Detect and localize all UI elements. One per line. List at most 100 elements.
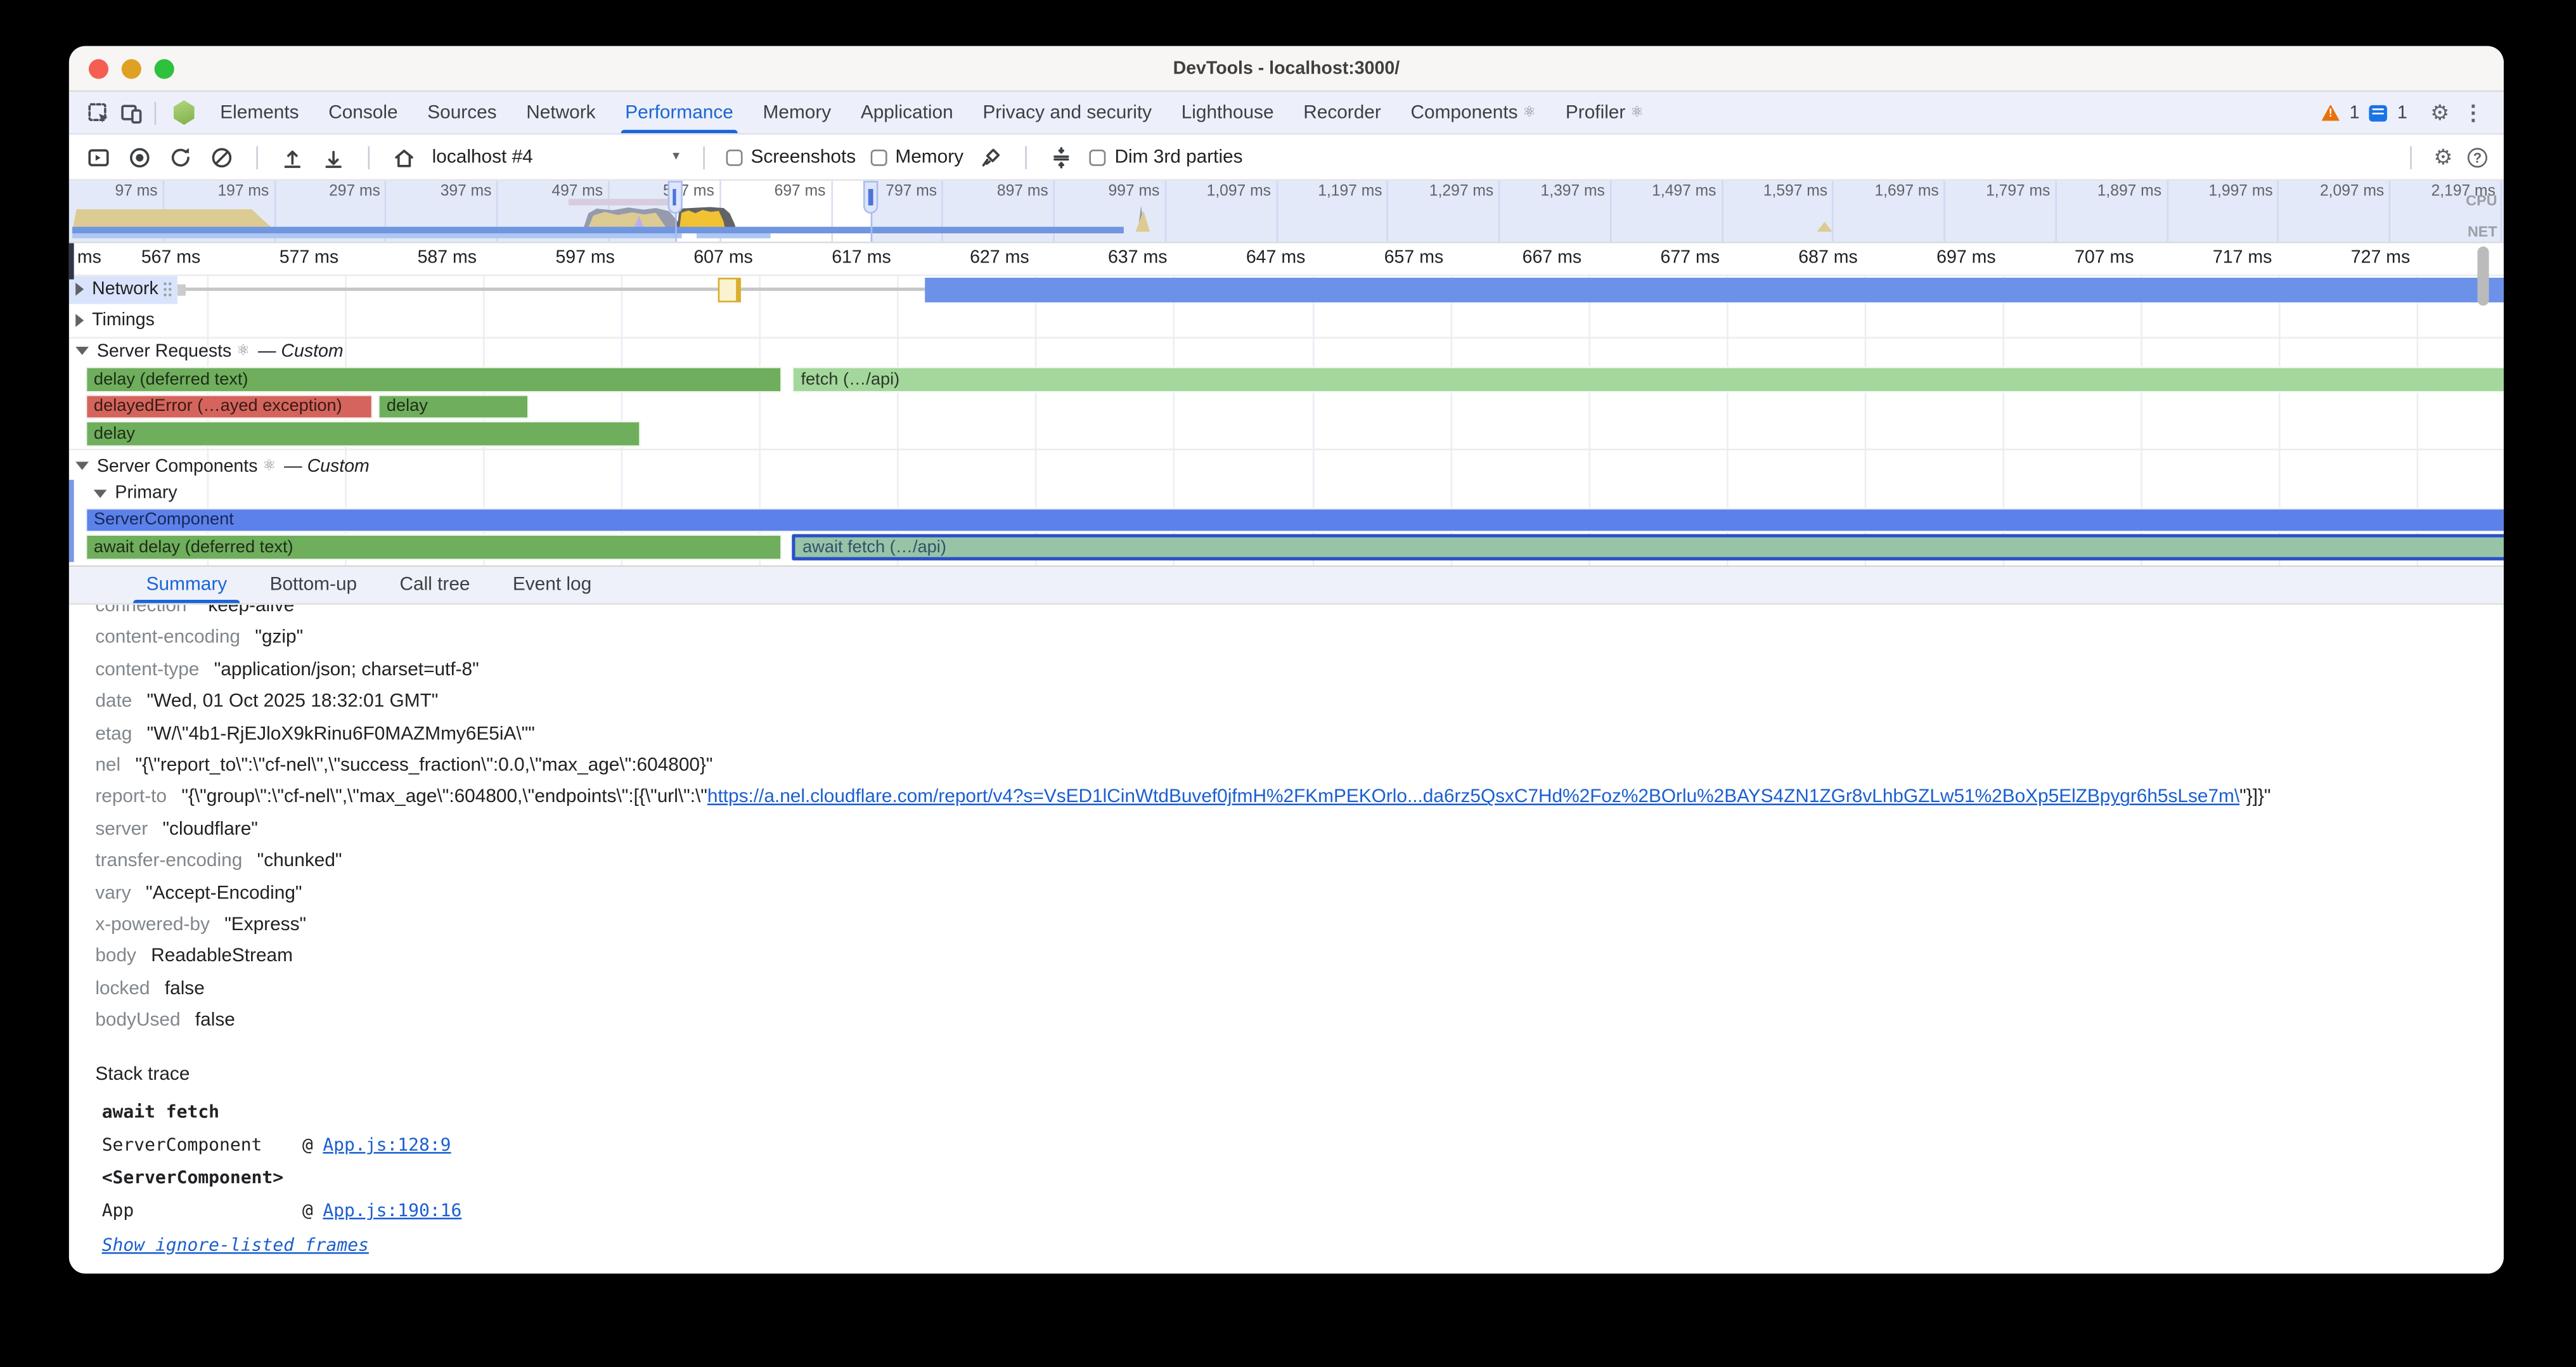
clear-icon[interactable] bbox=[209, 144, 235, 170]
message-icon[interactable] bbox=[2369, 105, 2388, 121]
drag-handle-icon[interactable] bbox=[163, 281, 173, 299]
event-await-fetch-api[interactable]: await fetch (…/api) bbox=[792, 534, 2503, 559]
vertical-scrollbar-thumb[interactable] bbox=[2477, 247, 2489, 306]
tab-privacy-and-security[interactable]: Privacy and security bbox=[968, 92, 1166, 133]
overview-tick-label: 197 ms bbox=[217, 183, 269, 201]
extension-hexagon-icon[interactable] bbox=[172, 100, 195, 125]
tab-summary[interactable]: Summary bbox=[125, 567, 248, 603]
source-link[interactable]: App.js:128:9 bbox=[323, 1134, 451, 1155]
selection-handle-right[interactable] bbox=[863, 181, 878, 214]
tab-label: Elements bbox=[220, 103, 299, 122]
timings-track[interactable]: Timings bbox=[69, 308, 2504, 332]
server-components-row-1: ServerComponent bbox=[69, 507, 2504, 533]
download-profile-icon[interactable] bbox=[320, 144, 346, 170]
event-delay[interactable]: delay bbox=[378, 394, 529, 419]
tab-profiler[interactable]: Profiler⚛ bbox=[1551, 92, 1659, 133]
header-row-transfer-encoding: transfer-encoding"chunked" bbox=[95, 846, 2504, 878]
upload-profile-icon[interactable] bbox=[280, 144, 306, 170]
event-delayederror-ayed-exception[interactable]: delayedError (…ayed exception) bbox=[86, 394, 373, 419]
event-label: await delay (deferred text) bbox=[87, 537, 293, 557]
warning-icon[interactable]: ! bbox=[2322, 105, 2340, 121]
header-row-etag: etag"W/\"4b1-RjEJloX9kRinu6F0MAZMmy6E5iA… bbox=[95, 719, 2504, 751]
overview-tick-label: 2,197 ms bbox=[2431, 183, 2496, 201]
tab-performance[interactable]: Performance bbox=[610, 92, 748, 133]
minimize-button[interactable] bbox=[122, 59, 141, 79]
network-track[interactable]: Network bbox=[69, 276, 2504, 303]
record-reload-icon[interactable] bbox=[167, 144, 193, 170]
net-activity-bar bbox=[72, 226, 1123, 232]
profile-select[interactable]: localhost #4 ▼ bbox=[432, 147, 682, 167]
settings-gear-icon[interactable]: ⚙ bbox=[2430, 102, 2449, 124]
network-selected-marker[interactable] bbox=[718, 278, 740, 302]
tab-components[interactable]: Components⚛ bbox=[1396, 92, 1550, 133]
collapse-icon[interactable] bbox=[1049, 144, 1075, 170]
tab-call-tree[interactable]: Call tree bbox=[378, 567, 491, 603]
inspect-icon[interactable] bbox=[82, 96, 115, 129]
server-requests-track-header[interactable]: Server Requests ⚛ — Custom bbox=[69, 339, 2504, 363]
selection-handle-left[interactable] bbox=[667, 181, 682, 214]
server-components-track-header[interactable]: Server Components ⚛ — Custom bbox=[69, 453, 2504, 478]
tab-label: Console bbox=[328, 103, 397, 122]
event-delay-deferred-text[interactable]: delay (deferred text) bbox=[86, 366, 782, 392]
kebab-menu-icon[interactable]: ⋮ bbox=[2459, 102, 2487, 124]
expand-icon[interactable] bbox=[75, 313, 84, 327]
overview-tick-label: 1,097 ms bbox=[1207, 183, 1271, 201]
header-key: etag bbox=[95, 724, 132, 744]
report-endpoint-link[interactable]: https://a.nel.cloudflare.com/report/v4?s… bbox=[707, 788, 2239, 808]
active-tab-underline bbox=[133, 599, 240, 603]
tab-sources[interactable]: Sources bbox=[413, 92, 512, 133]
react-atom-icon: ⚛ bbox=[236, 342, 250, 360]
overview-tick-label: 1,397 ms bbox=[1541, 183, 1605, 201]
ruler-left-accent bbox=[69, 243, 73, 280]
tab-network[interactable]: Network bbox=[512, 92, 610, 133]
warning-count[interactable]: 1 bbox=[2350, 103, 2360, 122]
screenshots-checkbox[interactable]: Screenshots bbox=[726, 147, 856, 167]
network-request-bar[interactable] bbox=[925, 277, 2504, 302]
help-icon[interactable]: ? bbox=[2468, 147, 2487, 167]
home-icon[interactable] bbox=[391, 144, 417, 170]
header-key: connection bbox=[95, 605, 186, 616]
expand-icon[interactable] bbox=[75, 283, 84, 296]
zoom-button[interactable] bbox=[155, 59, 174, 79]
live-metrics-icon[interactable] bbox=[86, 144, 112, 170]
collapse-icon[interactable] bbox=[94, 489, 107, 497]
device-toolbar-icon[interactable] bbox=[115, 96, 148, 129]
tab-lighthouse[interactable]: Lighthouse bbox=[1166, 92, 1289, 133]
message-count[interactable]: 1 bbox=[2397, 103, 2407, 122]
header-row-body: bodyReadableStream bbox=[95, 942, 2504, 974]
show-ignore-listed-frames-link[interactable]: Show ignore-listed frames bbox=[102, 1233, 369, 1255]
tab-elements[interactable]: Elements bbox=[205, 92, 314, 133]
active-tab-underline bbox=[620, 129, 738, 133]
record-icon[interactable] bbox=[127, 144, 153, 170]
tab-application[interactable]: Application bbox=[846, 92, 968, 133]
garbage-collect-icon[interactable] bbox=[978, 144, 1004, 170]
header-value: "Accept-Encoding" bbox=[146, 884, 302, 904]
close-button[interactable] bbox=[89, 59, 108, 79]
event-label: ServerComponent bbox=[87, 510, 234, 529]
dim-3rd-parties-checkbox[interactable]: Dim 3rd parties bbox=[1090, 147, 1243, 167]
tab-label: Application bbox=[861, 103, 953, 122]
header-row-server: server"cloudflare" bbox=[95, 815, 2504, 846]
tab-console[interactable]: Console bbox=[314, 92, 413, 133]
event-fetch-api[interactable]: fetch (…/api) bbox=[792, 366, 2503, 392]
event-await-delay-deferred-text[interactable]: await delay (deferred text) bbox=[86, 534, 782, 559]
collapse-icon[interactable] bbox=[75, 462, 89, 470]
collapse-icon[interactable] bbox=[75, 347, 89, 355]
source-link[interactable]: App.js:190:16 bbox=[323, 1200, 461, 1222]
tab-event-log[interactable]: Event log bbox=[491, 567, 613, 603]
primary-group-header[interactable]: Primary bbox=[69, 481, 2504, 505]
tab-bottom-up[interactable]: Bottom-up bbox=[248, 567, 378, 603]
event-delay[interactable]: delay bbox=[86, 421, 641, 446]
timeline-overview[interactable]: CPU NET 97 ms197 ms297 ms397 ms497 ms597… bbox=[69, 181, 2504, 243]
server-components-title: Server Components bbox=[97, 456, 258, 476]
event-servercomponent[interactable]: ServerComponent bbox=[86, 507, 2504, 533]
titlebar: DevTools - localhost:3000/ bbox=[69, 46, 2504, 93]
capture-settings-gear-icon[interactable]: ⚙ bbox=[2433, 146, 2452, 168]
header-key: content-type bbox=[95, 660, 199, 680]
memory-checkbox[interactable]: Memory bbox=[871, 147, 964, 167]
tab-recorder[interactable]: Recorder bbox=[1289, 92, 1396, 133]
overview-tick-label: 2,097 ms bbox=[2320, 183, 2384, 201]
network-track-label[interactable]: Network bbox=[69, 276, 178, 303]
tab-memory[interactable]: Memory bbox=[748, 92, 846, 133]
event-label: delayedError (…ayed exception) bbox=[87, 396, 342, 416]
